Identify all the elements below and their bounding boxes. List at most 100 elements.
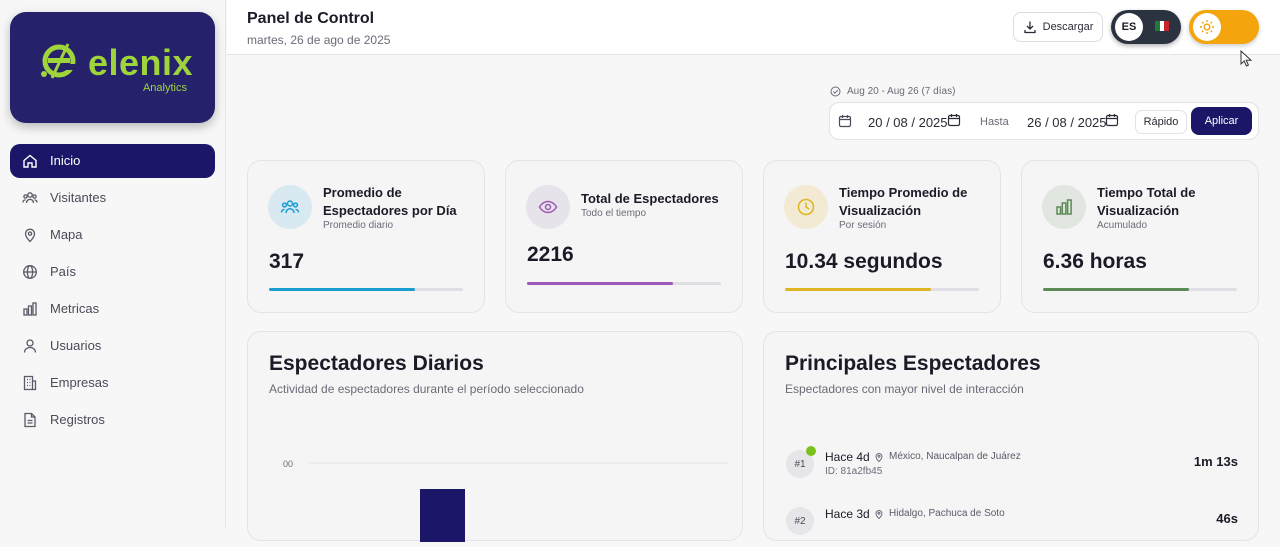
sidebar: elenix Analytics Inicio Visitantes Mapa … xyxy=(0,0,226,527)
kpi-card-avg-watch-time: Tiempo Promedio de Visualización Por ses… xyxy=(763,160,1001,313)
y-axis-tick-label: 00 xyxy=(283,459,293,469)
users-icon xyxy=(268,185,312,229)
kpi-subtitle: Por sesión xyxy=(839,220,887,231)
location: México, Naucalpan de Juárez xyxy=(874,451,1021,462)
kpi-progress-fill xyxy=(1043,288,1189,291)
sidebar-item-empresas[interactable]: Empresas xyxy=(10,366,215,400)
viewer-id: ID: 81a2fb45 xyxy=(825,466,883,477)
duration: 46s xyxy=(1216,511,1238,526)
sidebar-item-usuarios[interactable]: Usuarios xyxy=(10,329,215,363)
sidebar-nav: Inicio Visitantes Mapa País Metricas Usu… xyxy=(10,144,215,440)
kpi-progress xyxy=(1043,288,1237,291)
kpi-value: 317 xyxy=(269,250,305,273)
last-seen: Hace 4d xyxy=(825,450,870,464)
map-pin-icon xyxy=(875,452,883,462)
sidebar-item-label: País xyxy=(50,264,77,279)
location-text: México, Naucalpan de Juárez xyxy=(889,451,1021,462)
kpi-progress xyxy=(527,282,721,285)
kpi-value: 6.36 horas xyxy=(1043,250,1147,273)
kpi-title: Promedio de Espectadores por Día xyxy=(323,185,457,218)
eye-icon xyxy=(526,185,570,229)
panel-subtitle: Espectadores con mayor nivel de interacc… xyxy=(785,382,1024,396)
date-from-input[interactable]: 20 / 08 / 2025 xyxy=(868,115,948,130)
sidebar-item-metricas[interactable]: Metricas xyxy=(10,292,215,326)
sidebar-item-pais[interactable]: País xyxy=(10,255,215,289)
kpi-title: Tiempo Promedio de Visualización xyxy=(839,185,968,218)
calendar-icon xyxy=(838,115,852,128)
language-toggle[interactable]: ES xyxy=(1111,10,1181,44)
sidebar-item-label: Mapa xyxy=(50,227,83,242)
sidebar-item-label: Registros xyxy=(50,412,105,427)
range-caption: Aug 20 - Aug 26 (7 días) xyxy=(830,86,955,97)
clock-icon xyxy=(784,185,828,229)
sidebar-item-mapa[interactable]: Mapa xyxy=(10,218,215,252)
sidebar-item-visitantes[interactable]: Visitantes xyxy=(10,181,215,215)
date-to-input[interactable]: 26 / 08 / 2025 xyxy=(1027,115,1107,130)
brand-logo[interactable]: elenix Analytics xyxy=(10,12,215,123)
sidebar-item-label: Usuarios xyxy=(50,338,102,353)
logo-mark-icon xyxy=(41,43,76,79)
kpi-value: 10.34 segundos xyxy=(785,250,943,273)
quick-range-button[interactable]: Rápido xyxy=(1135,110,1187,134)
kpi-card-avg-viewers: Promedio de Espectadores por Día Promedi… xyxy=(247,160,485,313)
location: Hidalgo, Pachuca de Soto xyxy=(874,508,1005,519)
list-item[interactable]: #1 Hace 4d México, Naucalpan de Juárez I… xyxy=(786,446,1238,490)
kpi-card-total-viewers: Total de Espectadores Todo el tiempo 221… xyxy=(505,160,743,313)
kpi-progress xyxy=(269,288,463,291)
page-date: martes, 26 de ago de 2025 xyxy=(247,33,391,47)
kpi-value: 2216 xyxy=(527,243,574,266)
daily-viewers-panel: Espectadores Diarios Actividad de espect… xyxy=(247,331,743,542)
globe-icon xyxy=(23,265,37,279)
kpi-title: Total de Espectadores xyxy=(581,191,719,206)
kpi-progress-fill xyxy=(785,288,931,291)
kpi-title: Tiempo Total de Visualización xyxy=(1097,185,1196,218)
brand-subtitle: Analytics xyxy=(142,82,187,94)
kpi-subtitle: Promedio diario xyxy=(323,220,394,231)
calendar-icon[interactable] xyxy=(947,113,961,127)
user-icon xyxy=(23,339,37,353)
kpi-card-total-watch-time: Tiempo Total de Visualización Acumulado … xyxy=(1021,160,1259,313)
download-button[interactable]: Descargar xyxy=(1013,12,1103,42)
map-pin-icon xyxy=(875,509,883,519)
panel-subtitle: Actividad de espectadores durante el per… xyxy=(269,382,584,396)
theme-toggle[interactable] xyxy=(1189,10,1259,44)
mexico-flag-icon xyxy=(1155,21,1170,31)
bar-chart-icon xyxy=(23,302,37,316)
date-range-picker: 20 / 08 / 2025 Hasta 26 / 08 / 2025 Rápi… xyxy=(829,102,1259,140)
building-icon xyxy=(23,375,37,391)
language-code: ES xyxy=(1115,13,1143,41)
users-icon xyxy=(22,192,38,204)
duration: 1m 13s xyxy=(1193,454,1238,469)
sidebar-item-label: Empresas xyxy=(50,375,109,390)
download-icon xyxy=(1023,21,1036,34)
file-icon xyxy=(24,412,36,428)
brand-name: elenix xyxy=(88,42,194,83)
sidebar-item-inicio[interactable]: Inicio xyxy=(10,144,215,178)
online-status-dot xyxy=(806,446,816,456)
to-label: Hasta xyxy=(980,116,1009,128)
sidebar-item-registros[interactable]: Registros xyxy=(10,403,215,437)
check-circle-icon xyxy=(830,86,841,97)
home-icon xyxy=(23,154,37,168)
sidebar-item-label: Inicio xyxy=(50,153,81,168)
sidebar-item-label: Visitantes xyxy=(50,190,107,205)
sun-icon xyxy=(1193,13,1221,41)
top-viewers-panel: Principales Espectadores Espectadores co… xyxy=(763,331,1259,541)
sidebar-item-label: Metricas xyxy=(50,301,100,316)
calendar-icon[interactable] xyxy=(1105,113,1119,127)
list-item[interactable]: #2 Hace 3d Hidalgo, Pachuca de Soto 46s xyxy=(786,507,1238,547)
mouse-cursor-icon xyxy=(1240,50,1252,67)
chart-bar[interactable] xyxy=(420,489,465,542)
daily-viewers-chart: 00 xyxy=(283,459,728,542)
apply-button[interactable]: Aplicar xyxy=(1191,107,1252,135)
location-text: Hidalgo, Pachuca de Soto xyxy=(889,508,1005,519)
download-label: Descargar xyxy=(1042,21,1094,33)
kpi-progress xyxy=(785,288,979,291)
topbar: Panel de Control martes, 26 de ago de 20… xyxy=(227,0,1280,55)
bar-chart-icon xyxy=(1042,185,1086,229)
map-pin-icon xyxy=(24,228,36,243)
kpi-progress-fill xyxy=(527,282,673,285)
range-caption-text: Aug 20 - Aug 26 (7 días) xyxy=(847,86,956,97)
kpi-subtitle: Todo el tiempo xyxy=(581,208,647,219)
panel-title: Principales Espectadores xyxy=(785,352,1041,375)
